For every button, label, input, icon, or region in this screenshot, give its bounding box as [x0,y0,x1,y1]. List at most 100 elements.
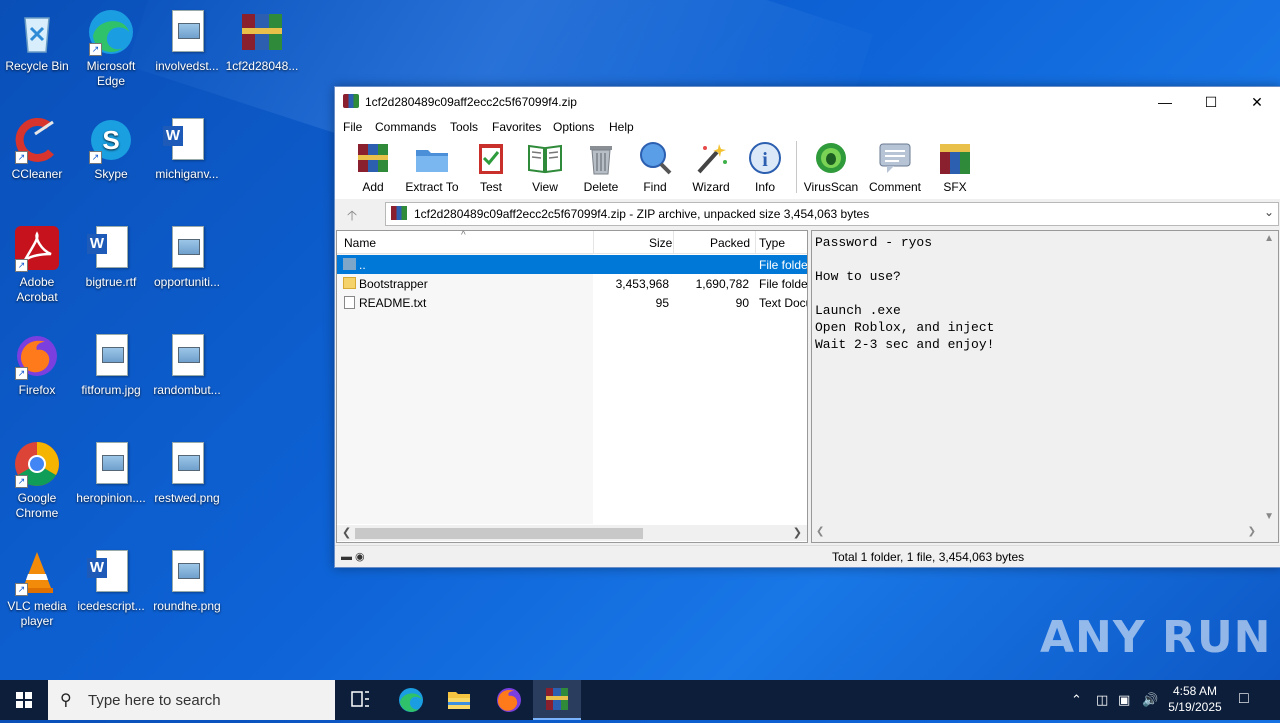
desktop-icon-icedescript[interactable]: W icedescript... [74,548,148,614]
title-bar[interactable]: 1cf2d280489c09aff2ecc2c5f67099f4.zip — ☐… [335,87,1280,117]
desktop-icon-label: Skype [94,167,128,181]
chevron-down-icon[interactable]: ⌄ [1264,205,1274,219]
toolbar-test-button[interactable]: Test [471,140,511,194]
column-name-header[interactable]: Name [344,236,376,250]
column-separator [593,231,594,253]
volume-icon[interactable]: 🔊 [1142,692,1158,708]
address-field[interactable]: 1cf2d280489c09aff2ecc2c5f67099f4.zip - Z… [385,202,1279,226]
scroll-up-icon[interactable]: ▲ [1264,233,1274,244]
taskbar-winrar-button[interactable] [533,680,581,720]
toolbar-extract-label: Extract To [405,180,459,194]
desktop-icon-involvedst[interactable]: involvedst... [150,8,224,74]
tray-overflow-chevron-icon[interactable]: ⌃ [1071,692,1082,708]
horizontal-scrollbar[interactable]: ❮ ❯ [337,525,807,541]
desktop-icon-bigtrue[interactable]: W bigtrue.rtf [74,224,148,290]
toolbar-sfx-button[interactable]: SFX [933,140,977,194]
scroll-right-icon[interactable]: ❯ [793,526,802,539]
file-list[interactable]: Name ^ Size Packed Type .. File folder B… [336,230,808,543]
menu-options[interactable]: Options [553,120,594,134]
toolbar-info-button[interactable]: i Info [745,140,785,194]
taskbar-search-box[interactable]: ⚲ Type here to search [48,680,335,720]
toolbar-comment-button[interactable]: Comment [867,140,923,194]
text-file-icon [344,296,355,309]
toolbar-wizard-button[interactable]: Wizard [689,140,733,194]
drive-icon: ▬ ◉ [341,551,365,563]
desktop-icon-acrobat[interactable]: ↗ Adobe Acrobat [0,224,74,305]
scrollbar-thumb[interactable] [355,528,643,539]
desktop-icon-vlc[interactable]: ↗ VLC media player [0,548,74,629]
status-bar: ▬ ◉ Total 1 folder, 1 file, 3,454,063 by… [335,545,1280,567]
toolbar-virusscan-label: VirusScan [803,180,859,194]
desktop-icon-recycle-bin[interactable]: Recycle Bin [0,8,74,74]
scroll-right-icon[interactable]: ❯ [1248,526,1256,537]
taskbar-explorer-button[interactable] [435,680,483,720]
column-packed-header[interactable]: Packed [710,236,750,250]
file-preview-pane[interactable]: Password - ryos How to use? Launch .exe … [811,230,1279,543]
toolbar-add-button[interactable]: Add [353,140,393,194]
scroll-down-icon[interactable]: ▼ [1264,511,1274,522]
search-icon: ⚲ [60,692,72,709]
up-arrow-icon[interactable]: 🡡 [347,205,357,229]
menu-file[interactable]: File [343,120,362,134]
address-bar: 🡡 1cf2d280489c09aff2ecc2c5f67099f4.zip -… [335,201,1280,226]
desktop-icon-opportuniti[interactable]: opportuniti... [150,224,224,290]
edge-icon: ↗ [87,8,135,56]
word-document-icon: W [163,116,211,164]
notifications-icon[interactable]: □ [1239,690,1249,708]
desktop-icon-ccleaner[interactable]: ↗ CCleaner [0,116,74,182]
desktop-icon-heropinion[interactable]: heropinion.... [74,440,148,506]
desktop-icon-firefox[interactable]: ↗ Firefox [0,332,74,398]
list-item-readme[interactable]: README.txt 95 90 Text Document [337,293,807,312]
winrar-icon [546,688,568,710]
taskbar-edge-button[interactable] [387,680,435,720]
desktop-icon-chrome[interactable]: ↗ Google Chrome [0,440,74,521]
toolbar-wizard-label: Wizard [692,180,730,194]
close-button[interactable]: ✕ [1234,87,1280,117]
desktop-icon-archive[interactable]: 1cf2d28048... [225,8,299,74]
desktop-icon-edge[interactable]: ↗ Microsoft Edge [74,8,148,89]
toolbar-view-label: View [532,180,558,194]
desktop-icon-michiganv[interactable]: W michiganv... [150,116,224,182]
minimize-button[interactable]: — [1142,87,1188,117]
toolbar-view-button[interactable]: View [523,140,567,194]
column-type-header[interactable]: Type [759,236,785,250]
toolbar-find-button[interactable]: Find [635,140,675,194]
windows-logo-icon [16,692,32,708]
menu-help[interactable]: Help [609,120,634,134]
desktop-icon-label: heropinion.... [76,491,146,505]
menu-tools[interactable]: Tools [450,120,478,134]
svg-text:i: i [762,149,768,171]
desktop-icon-label: Recycle Bin [5,59,69,73]
toolbar-delete-button[interactable]: Delete [579,140,623,194]
list-item-parent[interactable]: .. File folder [337,255,807,274]
scroll-left-icon[interactable]: ❮ [342,526,351,539]
list-item-bootstrapper[interactable]: Bootstrapper 3,453,968 1,690,782 File fo… [337,274,807,293]
status-text: Total 1 folder, 1 file, 3,454,063 bytes [832,550,1025,564]
scroll-left-icon[interactable]: ❮ [816,526,824,537]
desktop-icon-roundhe[interactable]: roundhe.png [150,548,224,614]
desktop-icon-randombut[interactable]: randombut... [150,332,224,398]
menu-bar: File Commands Tools Favorites Options He… [335,117,1280,137]
network-icon[interactable]: ▣ [1118,692,1130,708]
column-size-header[interactable]: Size [649,236,672,250]
menu-commands[interactable]: Commands [375,120,436,134]
desktop-icon-label: icedescript... [77,599,145,613]
taskbar-clock[interactable]: 4:58 AM 5/19/2025 [1160,683,1230,715]
menu-favorites[interactable]: Favorites [492,120,541,134]
row-type: File folder [759,258,807,272]
task-view-button[interactable] [336,680,384,720]
word-document-icon: W [87,548,135,596]
taskbar-firefox-button[interactable] [485,680,533,720]
desktop-icon-skype[interactable]: S ↗ Skype [74,116,148,182]
toolbar-virusscan-button[interactable]: VirusScan [803,140,859,194]
shortcut-arrow-icon: ↗ [89,151,102,164]
maximize-button[interactable]: ☐ [1188,87,1234,117]
desktop-icon-fitforum[interactable]: fitforum.jpg [74,332,148,398]
toolbar-extract-button[interactable]: Extract To [404,140,460,194]
shortcut-arrow-icon: ↗ [15,259,28,272]
wizard-wand-icon [693,140,729,176]
start-button[interactable] [0,680,48,720]
image-file-icon [87,440,135,488]
desktop-icon-restwed[interactable]: restwed.png [150,440,224,506]
tray-device-icon[interactable]: ◫ [1096,692,1108,708]
